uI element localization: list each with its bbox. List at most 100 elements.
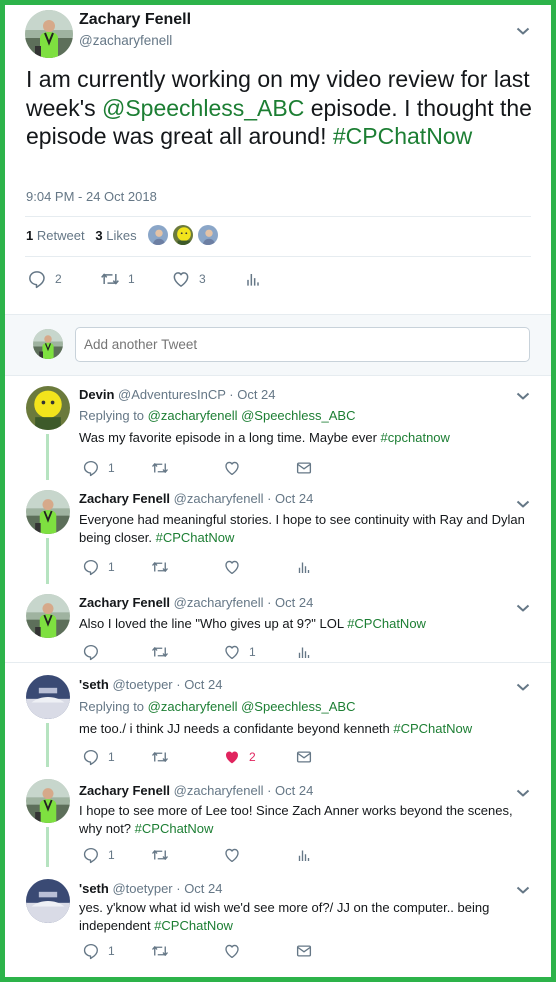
hashtag-link[interactable]: #CPChatNow — [347, 616, 426, 631]
reply-avatar[interactable] — [26, 675, 70, 719]
reply-tweet[interactable]: Devin @AdventuresInCP · Oct 24 Replying … — [5, 376, 551, 480]
analytics-action[interactable] — [295, 846, 313, 864]
reply-action[interactable]: 1 — [82, 748, 115, 766]
reply-tweet[interactable]: 'seth @toetyper · Oct 24 yes. y'know wha… — [5, 867, 551, 977]
tweet-thread-panel: Zachary Fenell @zacharyfenell I am curre… — [5, 5, 551, 977]
reply-action[interactable]: 1 — [82, 459, 115, 477]
hashtag-link[interactable]: #CPChatNow — [393, 721, 472, 736]
reply-date[interactable]: · Oct 24 — [176, 881, 222, 896]
chevron-down-icon[interactable] — [516, 885, 530, 895]
add-tweet-input[interactable] — [75, 327, 530, 362]
direct-message-action[interactable] — [295, 748, 313, 766]
retweet-action[interactable] — [151, 459, 169, 477]
replying-to-label: Replying to — [79, 408, 145, 423]
mention-link[interactable]: @zacharyfenell — [148, 408, 238, 423]
reply-author-handle[interactable]: @toetyper — [112, 677, 172, 692]
reply-author-handle[interactable]: @AdventuresInCP — [118, 387, 226, 402]
chevron-down-icon[interactable] — [516, 682, 530, 692]
liker-avatar[interactable] — [147, 224, 169, 246]
hashtag-link[interactable]: #CPChatNow — [154, 918, 233, 933]
reply-avatar[interactable] — [26, 490, 70, 534]
reply-icon — [82, 748, 100, 766]
direct-message-action[interactable] — [295, 459, 313, 477]
reply-author-handle[interactable]: @zacharyfenell — [174, 595, 264, 610]
retweet-stat-count[interactable]: 1 — [26, 228, 33, 243]
reply-composer — [5, 314, 551, 376]
chevron-down-icon[interactable] — [516, 788, 530, 798]
reply-action[interactable]: 2 — [27, 269, 62, 289]
like-action[interactable] — [223, 459, 241, 477]
reply-author-handle[interactable]: @zacharyfenell — [174, 783, 264, 798]
chevron-down-icon[interactable] — [516, 499, 530, 509]
main-tweet-avatar[interactable] — [25, 10, 73, 58]
retweet-stat-label[interactable]: Retweet — [37, 228, 85, 243]
chevron-down-icon[interactable] — [516, 391, 530, 401]
like-stat-label[interactable]: Likes — [106, 228, 136, 243]
mention-link[interactable]: @Speechless_ABC — [241, 408, 355, 423]
analytics-action[interactable] — [295, 643, 313, 661]
retweet-action[interactable] — [151, 846, 169, 864]
reply-action[interactable]: 1 — [82, 846, 115, 864]
analytics-action[interactable] — [295, 558, 313, 576]
hashtag-link[interactable]: #CPChatNow — [156, 530, 235, 545]
reply-author-name[interactable]: 'seth — [79, 881, 109, 896]
divider — [25, 216, 531, 217]
liker-avatar[interactable] — [172, 224, 194, 246]
like-action[interactable]: 3 — [171, 269, 206, 289]
reply-date[interactable]: · Oct 24 — [229, 387, 275, 402]
like-action[interactable]: 1 — [223, 643, 256, 661]
reply-author-handle[interactable]: @zacharyfenell — [174, 491, 264, 506]
like-action[interactable] — [223, 558, 241, 576]
like-count: 1 — [249, 645, 256, 659]
reply-avatar[interactable] — [26, 594, 70, 638]
reply-author-name[interactable]: Devin — [79, 387, 114, 402]
retweet-action[interactable] — [151, 942, 169, 960]
reply-tweet[interactable]: Zachary Fenell @zacharyfenell · Oct 24 A… — [5, 584, 551, 662]
like-action[interactable]: 2 — [223, 748, 256, 766]
reply-date[interactable]: · Oct 24 — [267, 491, 313, 506]
reply-action[interactable]: 1 — [82, 558, 115, 576]
reply-author-handle[interactable]: @toetyper — [112, 881, 172, 896]
reply-icon — [27, 269, 47, 289]
thread-line — [46, 827, 49, 867]
mention-link[interactable]: @zacharyfenell — [148, 699, 238, 714]
hashtag-link[interactable]: #cpchatnow — [381, 430, 450, 445]
hashtag-link[interactable]: #CPChatNow — [135, 821, 214, 836]
liker-avatar[interactable] — [197, 224, 219, 246]
reply-date[interactable]: · Oct 24 — [267, 595, 313, 610]
direct-message-action[interactable] — [295, 942, 313, 960]
reply-avatar[interactable] — [26, 879, 70, 923]
reply-author-name[interactable]: Zachary Fenell — [79, 783, 170, 798]
like-action[interactable] — [223, 846, 241, 864]
chevron-down-icon[interactable] — [516, 26, 530, 36]
reply-avatar[interactable] — [26, 779, 70, 823]
chevron-down-icon[interactable] — [516, 603, 530, 613]
reply-date[interactable]: · Oct 24 — [267, 783, 313, 798]
mention-link[interactable]: @Speechless_ABC — [241, 699, 355, 714]
hashtag-link[interactable]: #CPChatNow — [333, 123, 472, 149]
reply-date[interactable]: · Oct 24 — [176, 677, 222, 692]
reply-tweet[interactable]: Zachary Fenell @zacharyfenell · Oct 24 I… — [5, 767, 551, 867]
retweet-action[interactable] — [151, 558, 169, 576]
reply-author-name[interactable]: Zachary Fenell — [79, 595, 170, 610]
analytics-action[interactable] — [243, 269, 263, 289]
reply-action[interactable]: 1 — [82, 942, 115, 960]
mention-link[interactable]: @Speechless_ABC — [102, 95, 304, 121]
reply-author-name[interactable]: 'seth — [79, 677, 109, 692]
main-tweet-timestamp[interactable]: 9:04 PM - 24 Oct 2018 — [26, 189, 157, 204]
reply-tweet[interactable]: Zachary Fenell @zacharyfenell · Oct 24 E… — [5, 480, 551, 584]
like-stat-count[interactable]: 3 — [95, 228, 102, 243]
reply-author-name[interactable]: Zachary Fenell — [79, 491, 170, 506]
retweet-action[interactable] — [151, 748, 169, 766]
main-tweet-author-name[interactable]: Zachary Fenell — [79, 11, 191, 29]
retweet-icon — [151, 846, 169, 864]
retweet-action[interactable] — [151, 643, 169, 661]
main-tweet-author-handle[interactable]: @zacharyfenell — [79, 33, 172, 48]
reply-action[interactable] — [82, 643, 100, 661]
heart-icon — [223, 643, 241, 661]
reply-tweet[interactable]: 'seth @toetyper · Oct 24 Replying to @za… — [5, 663, 551, 767]
like-action[interactable] — [223, 942, 241, 960]
reply-avatar[interactable] — [26, 386, 70, 430]
retweet-action[interactable]: 1 — [100, 269, 135, 289]
reply-header: Zachary Fenell @zacharyfenell · Oct 24 — [79, 783, 313, 798]
